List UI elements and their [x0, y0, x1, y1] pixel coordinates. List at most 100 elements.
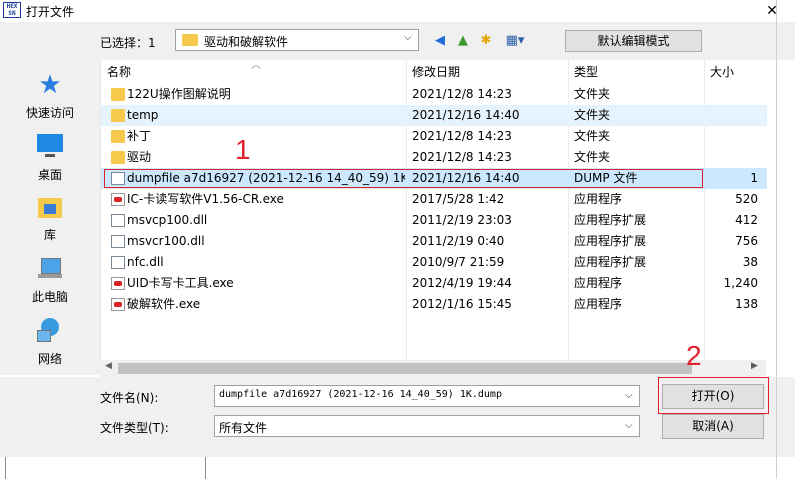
file-size: 412 — [735, 213, 758, 227]
file-date: 2017/5/28 1:42 — [412, 192, 505, 206]
file-type: 应用程序 — [574, 276, 623, 290]
file-row[interactable]: msvcr100.dll 2011/2/19 0:40 应用程序扩展 756 — [101, 231, 767, 252]
file-row[interactable]: UID卡写卡工具.exe 2012/4/19 19:44 应用程序 1,240 — [101, 273, 767, 294]
sidebar-item-network[interactable]: 网络 — [0, 316, 100, 367]
file-row[interactable]: 驱动 2021/12/8 14:23 文件夹 — [101, 147, 767, 168]
file-size: 1,240 — [723, 276, 758, 290]
sidebar-item-label: 快速访问 — [25, 106, 74, 120]
app-logo-icon: HEX SN — [3, 2, 21, 18]
file-name: 驱动 — [127, 150, 152, 164]
view-mode-button[interactable]: 默认编辑模式 — [565, 30, 702, 52]
file-size — [701, 126, 758, 147]
sidebar-item-label: 此电脑 — [31, 290, 68, 304]
file-type: 应用程序 — [574, 297, 623, 311]
file-type: 应用程序 — [574, 192, 623, 206]
folder-icon — [111, 151, 125, 164]
folder-icon — [111, 130, 125, 143]
sidebar-item-label: 网络 — [37, 352, 62, 366]
column-header-date[interactable]: 修改日期 — [412, 60, 460, 84]
file-name: temp — [127, 108, 159, 122]
background-window-edge — [5, 457, 6, 479]
filename-input[interactable]: dumpfile a7d16927 (2021-12-16 14_40_59) … — [214, 385, 640, 407]
filetype-label: 文件类型(T): — [100, 421, 169, 435]
file-date: 2021/12/16 14:40 — [412, 108, 520, 122]
file-type: 应用程序扩展 — [574, 255, 647, 269]
library-icon — [35, 192, 65, 222]
column-header-name[interactable]: 名称 — [107, 60, 131, 84]
up-folder-icon[interactable]: ▲ — [455, 33, 471, 49]
filetype-value: 所有文件 — [219, 421, 268, 435]
annotation-highlight-box — [104, 169, 703, 188]
star-icon: ★ — [38, 70, 62, 100]
file-date: 2012/1/16 15:45 — [412, 297, 512, 311]
file-row[interactable]: 122U操作图解说明 2021/12/8 14:23 文件夹 — [101, 84, 767, 105]
file-row[interactable]: 补丁 2021/12/8 14:23 文件夹 — [101, 126, 767, 147]
file-date: 2012/4/19 19:44 — [412, 276, 512, 290]
annotation-step-2: 2 — [686, 340, 702, 371]
horizontal-scrollbar[interactable]: ◀ ▶ — [100, 360, 766, 377]
file-name: IC-卡读写软件V1.56-CR.exe — [127, 192, 284, 206]
scroll-left-icon[interactable]: ◀ — [105, 361, 112, 371]
filename-value: dumpfile a7d16927 (2021-12-16 14_40_59) … — [219, 389, 502, 400]
close-button[interactable]: ✕ — [749, 0, 795, 22]
sidebar-item-this-pc[interactable]: 此电脑 — [0, 254, 100, 305]
sidebar-item-library[interactable]: 库 — [0, 192, 100, 243]
file-date: 2021/12/8 14:23 — [412, 150, 512, 164]
desktop-icon — [35, 132, 65, 162]
folder-icon — [111, 109, 125, 122]
new-folder-icon[interactable]: ✱ — [478, 33, 494, 49]
column-header-type[interactable]: 类型 — [574, 60, 598, 84]
file-type: 应用程序扩展 — [574, 213, 647, 227]
column-header-size[interactable]: 大小 — [710, 60, 734, 84]
exe-icon — [111, 298, 125, 311]
file-size: 1 — [750, 171, 758, 185]
sidebar-item-quick-access[interactable]: ★ 快速访问 — [0, 70, 100, 121]
file-date: 2021/12/8 14:23 — [412, 87, 512, 101]
file-type: 文件夹 — [574, 87, 611, 101]
file-type: 文件夹 — [574, 129, 611, 143]
file-type: 应用程序扩展 — [574, 234, 647, 248]
file-date: 2010/9/7 21:59 — [412, 255, 505, 269]
file-size: 520 — [735, 192, 758, 206]
chevron-down-icon[interactable]: ⌵ — [404, 32, 412, 43]
path-combo[interactable]: 驱动和破解软件 ⌵ — [175, 29, 419, 51]
selected-count-label: 已选择：1 — [100, 36, 156, 50]
file-row[interactable]: nfc.dll 2010/9/7 21:59 应用程序扩展 38 — [101, 252, 767, 273]
open-button[interactable]: 打开(O) — [662, 384, 764, 409]
scroll-right-icon[interactable]: ▶ — [751, 361, 758, 371]
cancel-button[interactable]: 取消(A) — [662, 414, 764, 439]
file-row[interactable]: temp 2021/12/16 14:40 文件夹 — [101, 105, 767, 126]
sidebar-item-label: 库 — [43, 228, 56, 242]
back-icon[interactable]: ◀ — [432, 33, 448, 49]
file-size — [701, 147, 758, 168]
title-bar: HEX SN 打开文件 ✕ — [0, 0, 795, 22]
chevron-down-icon[interactable]: ⌵ — [625, 420, 633, 431]
window-title: 打开文件 — [26, 5, 75, 19]
view-menu-icon[interactable]: ▦▾ — [502, 33, 528, 49]
exe-icon — [111, 277, 125, 290]
computer-icon — [35, 254, 65, 284]
file-icon — [111, 256, 125, 269]
file-name: nfc.dll — [127, 255, 164, 269]
annotation-step-1: 1 — [235, 134, 251, 165]
sidebar-item-desktop[interactable]: 桌面 — [0, 132, 100, 183]
file-size — [701, 84, 758, 105]
file-icon — [111, 214, 125, 227]
file-row[interactable]: IC-卡读写软件V1.56-CR.exe 2017/5/28 1:42 应用程序 52… — [101, 189, 767, 210]
file-type: 文件夹 — [574, 150, 611, 164]
file-size: 38 — [742, 255, 758, 269]
file-size: 138 — [735, 297, 758, 311]
file-date: 2011/2/19 0:40 — [412, 234, 505, 248]
file-name: 补丁 — [127, 129, 152, 143]
filetype-select[interactable]: 所有文件 ⌵ — [214, 415, 640, 437]
file-name: UID卡写卡工具.exe — [127, 276, 234, 290]
dialog-right-edge — [776, 0, 777, 479]
chevron-down-icon[interactable]: ⌵ — [625, 390, 633, 401]
scrollbar-thumb[interactable] — [118, 363, 692, 374]
file-row[interactable]: 破解软件.exe 2012/1/16 15:45 应用程序 138 — [101, 294, 767, 315]
file-icon — [111, 235, 125, 248]
exe-icon — [111, 193, 125, 206]
folder-icon — [111, 88, 125, 101]
background-window-edge — [205, 457, 206, 479]
file-row[interactable]: msvcp100.dll 2011/2/19 23:03 应用程序扩展 412 — [101, 210, 767, 231]
